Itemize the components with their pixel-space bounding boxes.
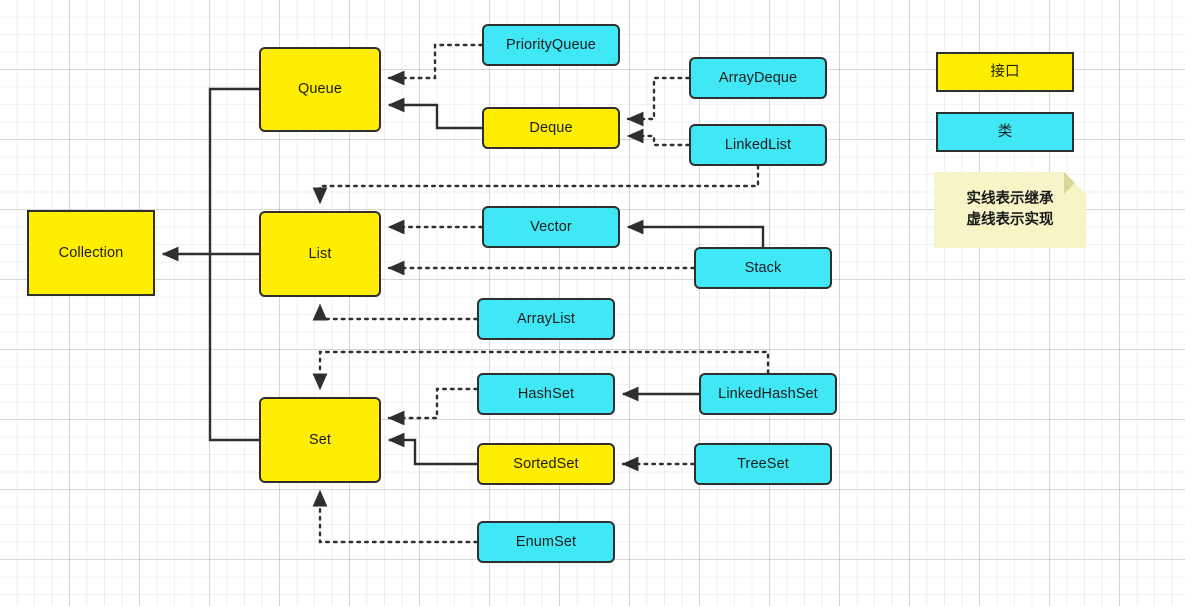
edge-priorityqueue-to-queue [387, 43, 484, 86]
edge-deque-to-queue [387, 97, 482, 130]
node-collection[interactable]: Collection [27, 210, 155, 296]
node-label: LinkedHashSet [718, 385, 818, 402]
legend-note-text: 实线表示继承 虚线表示实现 [966, 190, 1054, 228]
node-sortedset[interactable]: SortedSet [477, 443, 615, 485]
legend-interface-swatch: 接口 [936, 52, 1074, 92]
edge-linkedlist-to-deque [626, 128, 691, 147]
node-stack[interactable]: Stack [694, 247, 832, 289]
node-label: EnumSet [515, 533, 577, 550]
legend-note: 实线表示继承 虚线表示实现 [934, 172, 1086, 248]
node-label: Vector [530, 218, 572, 235]
node-treeset[interactable]: TreeSet [694, 443, 832, 485]
node-label: ArrayList [516, 310, 576, 327]
edge-stack-to-vector [626, 219, 765, 247]
node-label: TreeSet [737, 455, 789, 472]
node-queue[interactable]: Queue [259, 47, 381, 132]
node-set[interactable]: Set [259, 397, 381, 483]
edge-arraylist-to-list [312, 303, 479, 321]
node-enumset[interactable]: EnumSet [477, 521, 615, 563]
edge-queue-to-collection [208, 87, 259, 254]
node-label: List [308, 245, 332, 262]
node-label: Collection [58, 244, 124, 261]
node-arraylist[interactable]: ArrayList [477, 298, 615, 340]
node-deque[interactable]: Deque [482, 107, 620, 149]
node-label: Queue [297, 81, 343, 98]
node-linkedlist[interactable]: LinkedList [689, 124, 827, 166]
node-label: Stack [744, 259, 782, 276]
node-label: HashSet [517, 385, 575, 402]
node-arraydeque[interactable]: ArrayDeque [689, 57, 827, 99]
node-label: ArrayDeque [718, 69, 798, 86]
node-label: Set [308, 431, 332, 448]
node-label: LinkedList [724, 136, 792, 153]
edge-arraydeque-to-deque [626, 76, 691, 127]
node-label: Deque [529, 119, 573, 136]
node-label: PriorityQueue [506, 36, 596, 53]
legend-class-swatch: 类 [936, 112, 1074, 152]
edge-enumset-to-set [312, 489, 479, 544]
node-priorityqueue[interactable]: PriorityQueue [482, 24, 620, 66]
node-hashset[interactable]: HashSet [477, 373, 615, 415]
legend-class-label: 类 [997, 123, 1013, 140]
diagram-canvas: Collection Queue List Set Deque SortedSe… [0, 0, 1185, 606]
node-linkedhashset[interactable]: LinkedHashSet [699, 373, 837, 415]
node-label: SortedSet [513, 455, 579, 472]
edge-sortedset-to-set [387, 432, 477, 466]
legend-interface-label: 接口 [990, 63, 1020, 80]
edge-set-to-collection [208, 254, 259, 442]
node-vector[interactable]: Vector [482, 206, 620, 248]
edge-linkedlist-to-list [312, 164, 760, 205]
edge-hashset-to-set [387, 387, 479, 426]
note-fold-corner-icon [1064, 172, 1086, 194]
node-list[interactable]: List [259, 211, 381, 297]
